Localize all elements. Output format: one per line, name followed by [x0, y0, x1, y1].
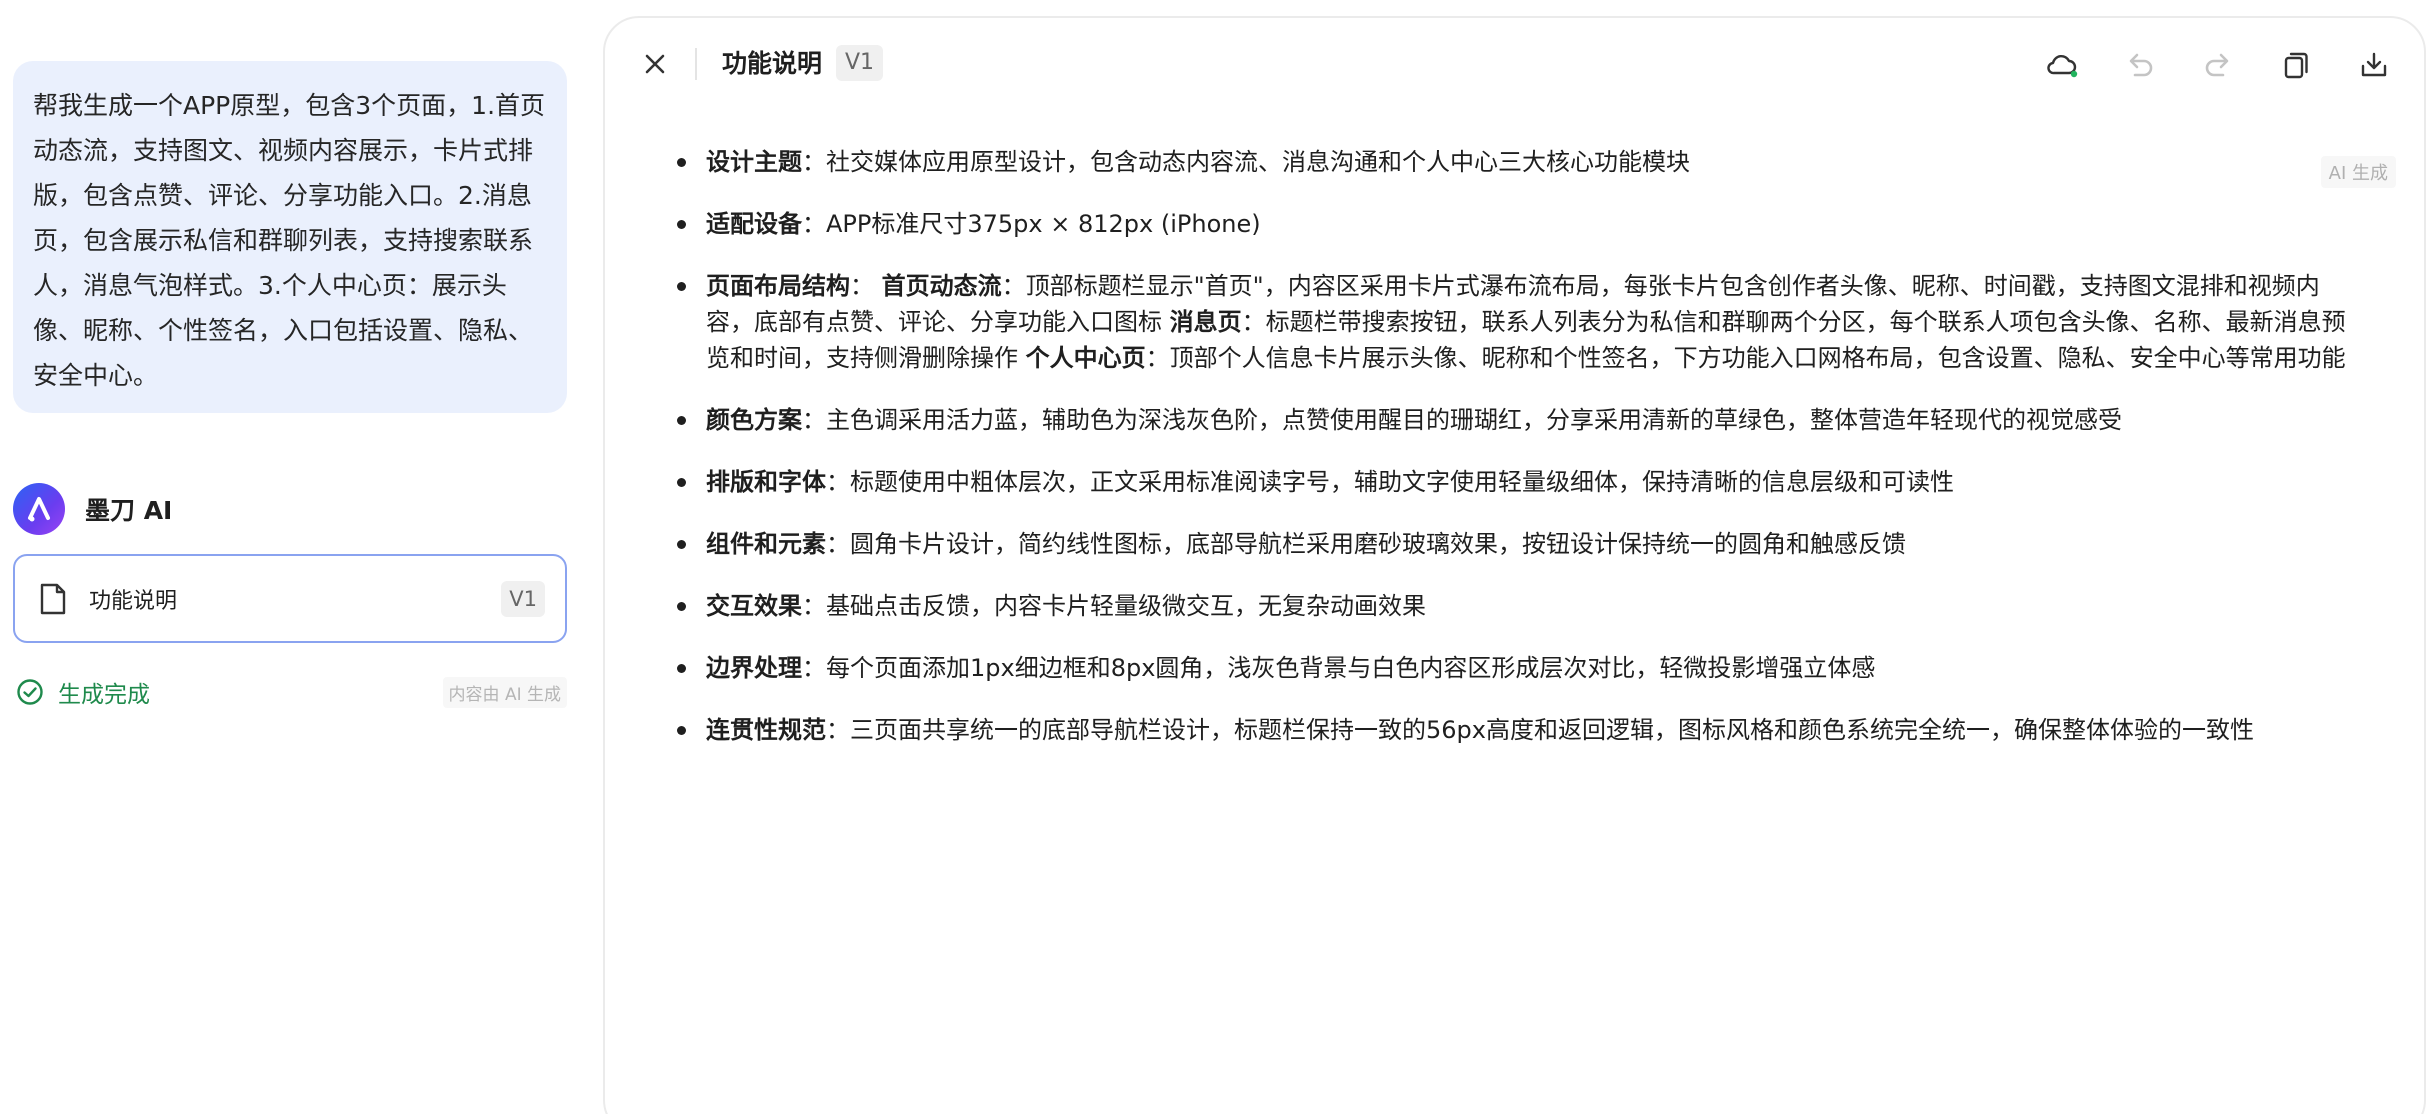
assistant-header: 墨刀 AI	[13, 483, 172, 535]
item-label: 排版和字体	[706, 468, 826, 496]
item-text: ：圆角卡片设计，简约线性图标，底部导航栏采用磨砂玻璃效果，按钮设计保持统一的圆角…	[826, 530, 1906, 558]
document-card-title: 功能说明	[89, 588, 178, 614]
undo-icon[interactable]	[2121, 46, 2159, 84]
item-sublabel: 首页动态流	[881, 272, 1002, 300]
item-label: 设计主题	[706, 148, 802, 176]
list-item: 交互效果：基础点击反馈，内容卡片轻量级微交互，无复杂动画效果	[677, 588, 2357, 624]
item-text: ：	[850, 272, 874, 300]
user-prompt-text: 帮我生成一个APP原型，包含3个页面，1.首页动态流，支持图文、视频内容展示，卡…	[33, 91, 546, 390]
list-item: 边界处理：每个页面添加1px细边框和8px圆角，浅灰色背景与白色内容区形成层次对…	[677, 650, 2357, 686]
item-label: 连贯性规范	[706, 716, 826, 744]
document-panel: 功能说明 V1 AI 生成 设计主题：社交媒体应用原型设计，包含动态内容流、消息…	[603, 16, 2426, 1114]
item-text: ：三页面共享统一的底部导航栏设计，标题栏保持一致的56px高度和返回逻辑，图标风…	[826, 716, 2254, 744]
toolbar-divider	[695, 48, 697, 80]
item-sublabel: 个人中心页	[1025, 344, 1146, 372]
assistant-name: 墨刀 AI	[85, 496, 173, 525]
item-label: 页面布局结构	[706, 272, 850, 300]
item-text: ：基础点击反馈，内容卡片轻量级微交互，无复杂动画效果	[802, 592, 1426, 620]
list-item: 设计主题：社交媒体应用原型设计，包含动态内容流、消息沟通和个人中心三大核心功能模…	[677, 144, 2357, 180]
item-text: ：APP标准尺寸375px × 812px (iPhone)	[802, 210, 1261, 238]
list-item: 适配设备：APP标准尺寸375px × 812px (iPhone)	[677, 206, 2357, 242]
download-icon[interactable]	[2355, 46, 2393, 84]
document-card[interactable]: 功能说明 V1	[13, 554, 567, 643]
item-text: ：每个页面添加1px细边框和8px圆角，浅灰色背景与白色内容区形成层次对比，轻微…	[802, 654, 1876, 682]
document-title: 功能说明	[722, 49, 823, 78]
feature-list: 设计主题：社交媒体应用原型设计，包含动态内容流、消息沟通和个人中心三大核心功能模…	[677, 144, 2357, 774]
document-icon	[40, 583, 66, 614]
item-text: ：社交媒体应用原型设计，包含动态内容流、消息沟通和个人中心三大核心功能模块	[802, 148, 1690, 176]
user-prompt-bubble: 帮我生成一个APP原型，包含3个页面，1.首页动态流，支持图文、视频内容展示，卡…	[13, 61, 567, 413]
status-text: 生成完成	[58, 682, 150, 708]
item-label: 组件和元素	[706, 530, 826, 558]
list-item: 连贯性规范：三页面共享统一的底部导航栏设计，标题栏保持一致的56px高度和返回逻…	[677, 712, 2357, 748]
list-item: 颜色方案：主色调采用活力蓝，辅助色为深浅灰色阶，点赞使用醒目的珊瑚红，分享采用清…	[677, 402, 2357, 438]
modao-ai-logo-icon	[13, 483, 65, 535]
document-card-version-badge: V1	[501, 580, 545, 617]
item-sublabel: 消息页	[1169, 308, 1242, 336]
cloud-sync-icon[interactable]	[2043, 46, 2081, 84]
check-circle-icon	[17, 679, 43, 705]
document-toolbar: 功能说明 V1	[605, 18, 2424, 110]
item-label: 颜色方案	[706, 406, 802, 434]
item-subtext: ：顶部个人信息卡片展示头像、昵称和个性签名，下方功能入口网格布局，包含设置、隐私…	[1145, 344, 2346, 372]
item-label: 交互效果	[706, 592, 802, 620]
list-item: 组件和元素：圆角卡片设计，简约线性图标，底部导航栏采用磨砂玻璃效果，按钮设计保持…	[677, 526, 2357, 562]
item-label: 边界处理	[706, 654, 802, 682]
item-text: ：标题使用中粗体层次，正文采用标准阅读字号，辅助文字使用轻量级细体，保持清晰的信…	[826, 468, 1954, 496]
ai-generated-note: 内容由 AI 生成	[442, 676, 567, 708]
chat-panel: 帮我生成一个APP原型，包含3个页面，1.首页动态流，支持图文、视频内容展示，卡…	[0, 0, 600, 1114]
copy-icon[interactable]	[2277, 46, 2315, 84]
document-version-badge: V1	[836, 45, 884, 81]
list-item: 排版和字体：标题使用中粗体层次，正文采用标准阅读字号，辅助文字使用轻量级细体，保…	[677, 464, 2357, 500]
redo-icon[interactable]	[2199, 46, 2237, 84]
item-label: 适配设备	[706, 210, 802, 238]
item-text: ：主色调采用活力蓝，辅助色为深浅灰色阶，点赞使用醒目的珊瑚红，分享采用清新的草绿…	[802, 406, 2122, 434]
close-icon[interactable]	[639, 48, 671, 80]
list-item: 页面布局结构： 首页动态流：顶部标题栏显示"首页"，内容区采用卡片式瀑布流布局，…	[677, 268, 2357, 376]
generation-status: 生成完成 内容由 AI 生成	[16, 674, 567, 710]
